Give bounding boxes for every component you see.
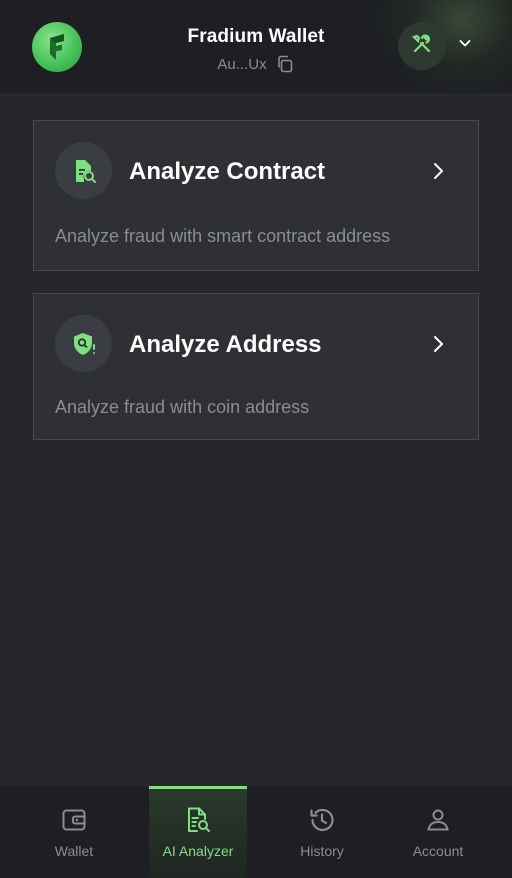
nav-item-ai-analyzer[interactable]: AI Analyzer — [149, 786, 247, 878]
user-icon — [424, 806, 452, 834]
chevron-right-icon[interactable] — [427, 333, 449, 355]
wallet-icon — [60, 806, 88, 834]
copy-icon[interactable] — [275, 54, 295, 74]
nav-label: History — [300, 843, 344, 859]
card-title: Analyze Contract — [129, 158, 326, 185]
card-description: Analyze fraud with smart contract addres… — [55, 226, 391, 246]
nav-item-history[interactable]: History — [273, 786, 371, 878]
chevron-right-icon[interactable] — [427, 160, 449, 182]
active-indicator — [149, 786, 247, 789]
address-row: Au...Ux — [156, 54, 356, 74]
nav-item-account[interactable]: Account — [389, 786, 487, 878]
wallet-title: Fradium Wallet — [187, 26, 325, 47]
account-menu-button[interactable] — [455, 35, 475, 55]
nav-label: AI Analyzer — [162, 843, 234, 859]
bottom-navigation: Wallet AI Analyzer History Account — [0, 786, 512, 878]
document-search-icon — [184, 806, 212, 834]
nav-label: Wallet — [54, 843, 94, 859]
card-title: Analyze Address — [129, 331, 322, 358]
analyze-contract-card[interactable]: Analyze Contract Analyze fraud with smar… — [33, 120, 479, 271]
shield-search-icon — [55, 315, 112, 372]
card-description: Analyze fraud with coin address — [55, 397, 310, 417]
nav-label: Account — [412, 843, 464, 859]
wallet-title-block: Fradium Wallet Au...Ux — [156, 26, 356, 74]
nav-item-wallet[interactable]: Wallet — [25, 786, 123, 878]
fradium-logo-icon[interactable] — [32, 22, 82, 72]
top-header: Fradium Wallet Au...Ux — [0, 0, 512, 93]
history-icon — [308, 806, 336, 834]
analyze-address-card[interactable]: Analyze Address Analyze fraud with coin … — [33, 293, 479, 440]
chevron-down-icon — [457, 35, 473, 56]
tools-button[interactable] — [398, 22, 446, 70]
tools-icon — [410, 32, 434, 61]
wallet-address: Au...Ux — [217, 55, 267, 73]
document-search-icon — [55, 142, 112, 199]
